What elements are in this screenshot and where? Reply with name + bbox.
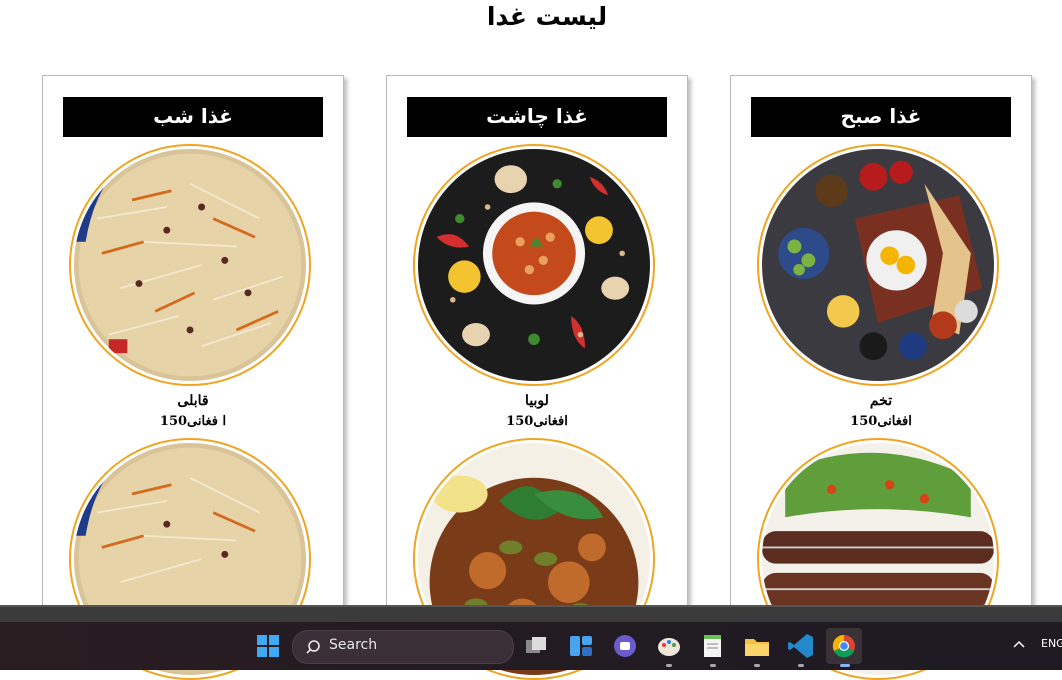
card-header: غذا شب [63, 97, 323, 137]
teams-chat-icon[interactable] [610, 631, 640, 661]
taskbar: Search ENG [0, 622, 1062, 670]
kabuli-pulao-image [69, 144, 311, 386]
running-indicator [710, 664, 716, 667]
page-title: لیست غدا [486, 2, 608, 31]
chrome-icon[interactable] [826, 628, 862, 664]
dish-price: افغانی150 [850, 414, 912, 429]
search-icon [305, 639, 321, 659]
search-input[interactable]: Search [292, 630, 514, 664]
notepad-icon[interactable] [698, 631, 728, 661]
dish-name: تخم [869, 393, 893, 409]
bean-stew-image [413, 144, 655, 386]
widgets-icon[interactable] [566, 631, 596, 661]
running-indicator [666, 664, 672, 667]
dish-price: افغانی150 [506, 414, 568, 429]
menu-card-dinner: غذا شب قابلی ا فغانی150 [42, 75, 344, 680]
dish-price: ا فغانی150 [159, 414, 227, 429]
dish-name: لوبیا [525, 393, 549, 409]
menu-card-lunch: غذا چاشت لوبیا افغانی150 [386, 75, 688, 680]
active-indicator [840, 664, 850, 667]
card-header: غذا چاشت [407, 97, 667, 137]
file-explorer-icon[interactable] [742, 631, 772, 661]
running-indicator [754, 664, 760, 667]
breakfast-spread-image [757, 144, 999, 386]
card-header: غذا صبح [751, 97, 1011, 137]
menu-card-breakfast: غذا صبح تخم افغانی150 [730, 75, 1032, 680]
search-label: Search [329, 637, 378, 653]
vscode-icon[interactable] [786, 631, 816, 661]
chevron-up-icon[interactable] [1012, 636, 1026, 655]
dish-name: قابلی [177, 393, 209, 409]
windows-start-icon[interactable] [253, 631, 283, 661]
paint-icon[interactable] [654, 631, 684, 661]
running-indicator [798, 664, 804, 667]
task-view-icon[interactable] [522, 631, 552, 661]
language-indicator[interactable]: ENG [1041, 637, 1062, 650]
